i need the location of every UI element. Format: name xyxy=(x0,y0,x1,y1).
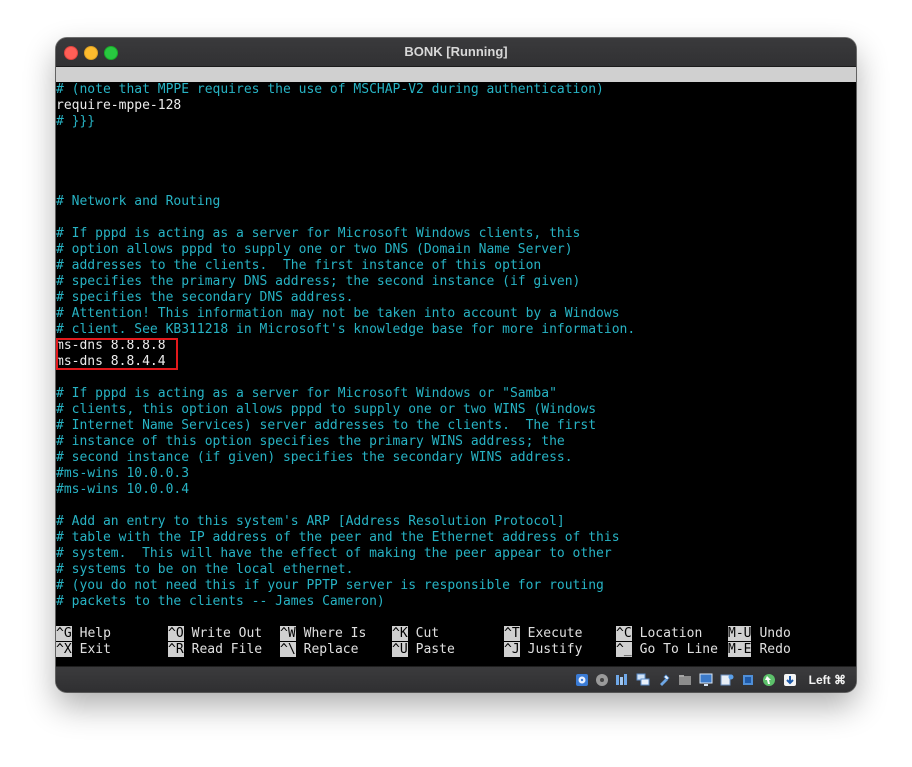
shortcut-where-is[interactable]: ^W Where Is xyxy=(280,626,366,642)
shortcut-label: Undo xyxy=(759,626,791,641)
shortcut-key: ^X xyxy=(56,642,72,657)
editor-line[interactable] xyxy=(56,498,856,514)
network-icon[interactable] xyxy=(636,673,650,687)
shortcut-label: Exit xyxy=(79,642,111,657)
editor-line[interactable]: # second instance (if given) specifies t… xyxy=(56,450,856,466)
shortcut-write-out[interactable]: ^O Write Out xyxy=(168,626,262,642)
shortcut-go-to-line[interactable]: ^_ Go To Line xyxy=(616,642,718,658)
shared-folder-icon[interactable] xyxy=(678,673,692,687)
editor-line[interactable]: # option allows pppd to supply one or tw… xyxy=(56,242,856,258)
editor-line[interactable]: # (note that MPPE requires the use of MS… xyxy=(56,82,856,98)
shortcut-label: Read File xyxy=(191,642,263,657)
editor-line[interactable]: # system. This will have the effect of m… xyxy=(56,546,856,562)
editor-line[interactable]: # (you do not need this if your PPTP ser… xyxy=(56,578,856,594)
shortcut-key: ^G xyxy=(56,626,72,641)
editor-line[interactable]: # specifies the primary DNS address; the… xyxy=(56,274,856,290)
shortcut-label: Justify xyxy=(527,642,583,657)
mouse-integration-icon[interactable] xyxy=(762,673,776,687)
editor-line[interactable]: # instance of this option specifies the … xyxy=(56,434,856,450)
shortcut-label: Go To Line xyxy=(639,642,718,657)
editor-line[interactable] xyxy=(56,162,856,178)
shortcut-key: ^C xyxy=(616,626,632,641)
shortcut-cut[interactable]: ^K Cut xyxy=(392,626,439,642)
shortcut-label: Paste xyxy=(415,642,455,657)
editor-line[interactable]: # systems to be on the local ethernet. xyxy=(56,562,856,578)
vm-window: BONK [Running] GNU nano 7.2 /etc/ppp/ppt… xyxy=(56,38,856,692)
shortcut-redo[interactable]: M-E Redo xyxy=(728,642,791,658)
shortcut-paste[interactable]: ^U Paste xyxy=(392,642,455,658)
editor-line[interactable]: # Attention! This information may not be… xyxy=(56,306,856,322)
editor-line[interactable]: # If pppd is acting as a server for Micr… xyxy=(56,226,856,242)
optical-drive-icon[interactable] xyxy=(595,673,609,687)
shortcut-key: ^T xyxy=(504,626,520,641)
shortcut-key: ^U xyxy=(392,642,408,657)
shortcut-exit[interactable]: ^X Exit xyxy=(56,642,111,658)
shortcut-label: Redo xyxy=(759,642,791,657)
shortcut-label: Location xyxy=(639,626,703,641)
editor-line[interactable] xyxy=(56,370,856,386)
shortcut-key: M-U xyxy=(728,626,752,641)
shortcut-key: ^_ xyxy=(616,642,632,657)
shortcut-key: M-E xyxy=(728,642,752,657)
shortcut-key: ^J xyxy=(504,642,520,657)
editor-line[interactable]: # table with the IP address of the peer … xyxy=(56,530,856,546)
display-icon[interactable] xyxy=(699,673,713,687)
shortcut-help[interactable]: ^G Help xyxy=(56,626,111,642)
shortcut-label: Where Is xyxy=(303,626,367,641)
recording-icon[interactable] xyxy=(720,673,734,687)
usb-icon[interactable] xyxy=(657,673,671,687)
vm-statusbar: Left ⌘ xyxy=(56,666,856,692)
editor-line[interactable]: #ms-wins 10.0.0.4 xyxy=(56,482,856,498)
shortcut-label: Help xyxy=(79,626,111,641)
shortcut-execute[interactable]: ^T Execute xyxy=(504,626,582,642)
shortcut-replace[interactable]: ^\ Replace xyxy=(280,642,358,658)
editor-line[interactable]: # Network and Routing xyxy=(56,194,856,210)
nano-title-bar: GNU nano 7.2 /etc/ppp/pptpd-options * xyxy=(56,67,856,112)
shortcut-label: Write Out xyxy=(191,626,263,641)
shortcut-read-file[interactable]: ^R Read File xyxy=(168,642,262,658)
shortcut-bar: ^G Help ^O Write Out ^W Where Is ^K Cut ^T Execut… xyxy=(56,626,856,660)
editor-line[interactable]: #ms-wins 10.0.0.3 xyxy=(56,466,856,482)
shortcut-label: Replace xyxy=(303,642,359,657)
shortcut-location[interactable]: ^C Location xyxy=(616,626,702,642)
editor-line[interactable] xyxy=(56,210,856,226)
shortcut-key: ^\ xyxy=(280,642,296,657)
editor-line[interactable]: # Add an entry to this system's ARP [Add… xyxy=(56,514,856,530)
shortcut-undo[interactable]: M-U Undo xyxy=(728,626,791,642)
editor-line[interactable]: # }}} xyxy=(56,114,856,130)
shortcut-justify[interactable]: ^J Justify xyxy=(504,642,582,658)
editor-line[interactable]: # packets to the clients -- James Camero… xyxy=(56,594,856,610)
editor-line[interactable] xyxy=(56,146,856,162)
editor-line[interactable]: # client. See KB311218 in Microsoft's kn… xyxy=(56,322,856,338)
editor-line[interactable]: # If pppd is acting as a server for Micr… xyxy=(56,386,856,402)
hard-disk-icon[interactable] xyxy=(575,673,589,687)
editor-line[interactable] xyxy=(56,178,856,194)
shortcut-key: ^W xyxy=(280,626,296,641)
shortcut-label: Cut xyxy=(415,626,440,641)
editor-line[interactable] xyxy=(56,130,856,146)
cpu-icon[interactable] xyxy=(741,673,755,687)
editor-line[interactable]: # Internet Name Services) server address… xyxy=(56,418,856,434)
shortcut-label: Execute xyxy=(527,626,583,641)
shortcut-key: ^R xyxy=(168,642,184,657)
dns-highlight-box xyxy=(56,338,178,370)
shortcut-key: ^O xyxy=(168,626,184,641)
window-titlebar[interactable]: BONK [Running] xyxy=(56,38,856,67)
editor-line[interactable]: # clients, this option allows pppd to su… xyxy=(56,402,856,418)
host-key-label[interactable]: Left ⌘ xyxy=(809,673,846,687)
window-title: BONK [Running] xyxy=(404,44,508,59)
audio-icon[interactable] xyxy=(615,673,629,687)
editor-line[interactable]: # specifies the secondary DNS address. xyxy=(56,290,856,306)
editor-line[interactable]: # addresses to the clients. The first in… xyxy=(56,258,856,274)
keyboard-capture-icon[interactable] xyxy=(783,673,797,687)
shortcut-key: ^K xyxy=(392,626,408,641)
editor-line[interactable]: require-mppe-128 xyxy=(56,98,856,114)
